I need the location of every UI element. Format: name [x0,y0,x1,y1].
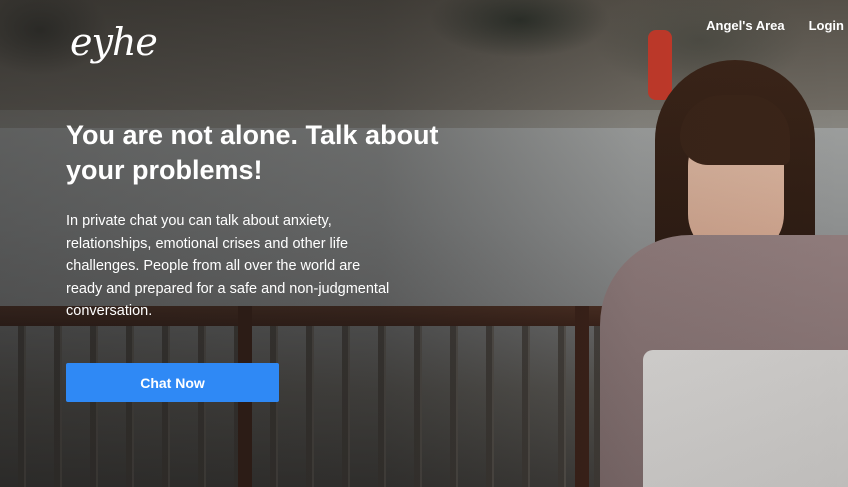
brand-logo[interactable]: eyhe [70,20,158,64]
chat-now-button[interactable]: Chat Now [66,363,279,402]
top-nav: Angel's Area Login [706,18,844,33]
hero-description: In private chat you can talk about anxie… [66,213,390,319]
nav-link-angels-area[interactable]: Angel's Area [706,18,784,33]
hero-headline: You are not alone. Talk about your probl… [66,120,439,185]
nav-link-login[interactable]: Login [809,18,844,33]
